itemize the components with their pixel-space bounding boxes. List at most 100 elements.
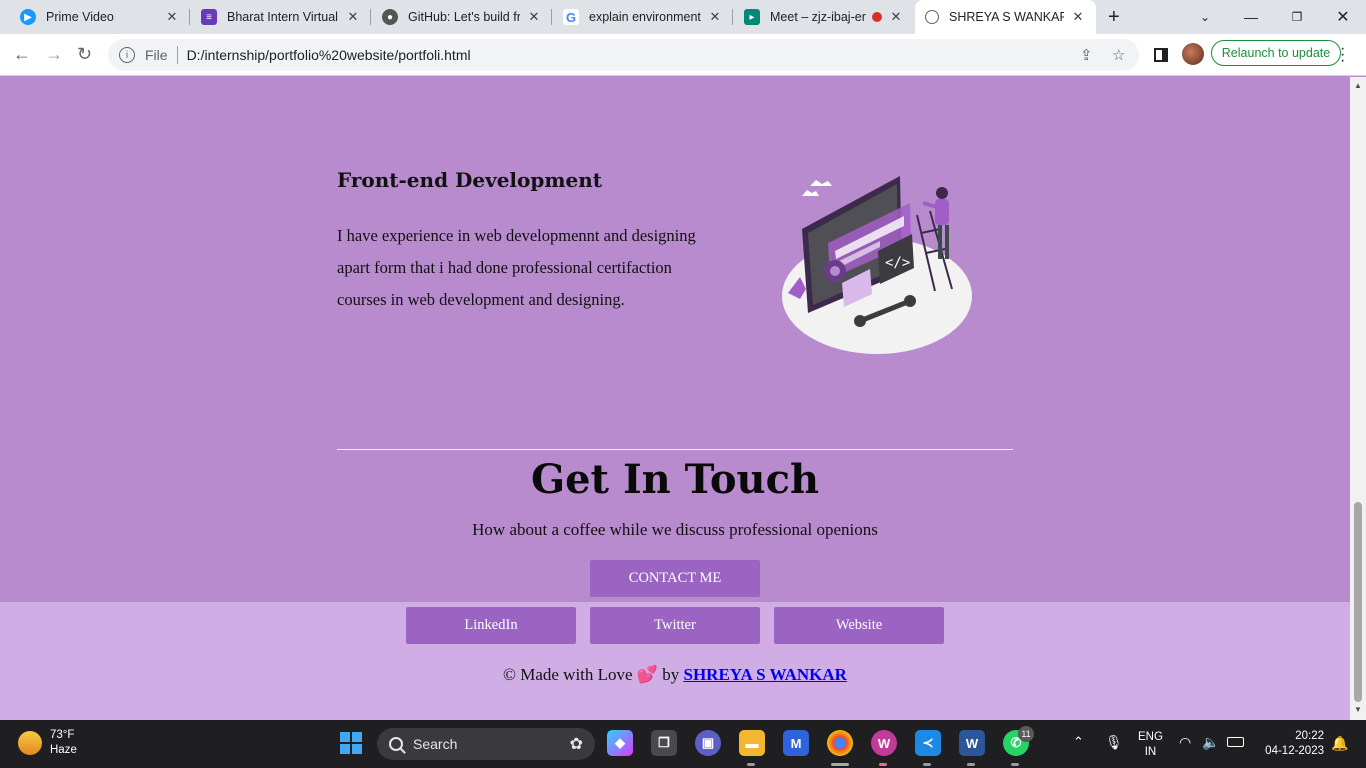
start-button[interactable] bbox=[338, 730, 364, 756]
share-icon[interactable]: ⇪ bbox=[1080, 46, 1093, 64]
tab-portfolio[interactable]: SHREYA S WANKAR ✕ bbox=[915, 0, 1096, 34]
address-bar[interactable]: i File D:/internship/portfolio%20website… bbox=[108, 39, 1139, 71]
wifi-icon[interactable]: ◠ bbox=[1179, 734, 1191, 751]
section-title: Front-end Development bbox=[337, 168, 603, 192]
clock-date: 04-12-2023 bbox=[1265, 745, 1324, 757]
browser-toolbar: ← → ↻ i File D:/internship/portfolio%20w… bbox=[0, 34, 1366, 76]
close-tab-icon[interactable]: ✕ bbox=[526, 9, 542, 25]
info-icon[interactable]: i bbox=[119, 47, 135, 63]
running-indicator bbox=[747, 763, 755, 766]
tab-strip: ▶ Prime Video ✕ ≡ Bharat Intern Virtual … bbox=[0, 0, 1366, 34]
linkedin-button[interactable]: LinkedIn bbox=[406, 607, 576, 644]
reload-icon[interactable]: ↻ bbox=[77, 44, 92, 65]
svg-text:</>: </> bbox=[885, 255, 910, 271]
forward-icon[interactable]: → bbox=[45, 44, 63, 65]
section-divider bbox=[337, 449, 1013, 450]
scroll-up-icon[interactable]: ▲ bbox=[1354, 81, 1362, 90]
website-button[interactable]: Website bbox=[774, 607, 944, 644]
credit-prefix: © Made with Love bbox=[503, 665, 633, 684]
back-icon[interactable]: ← bbox=[13, 44, 31, 65]
tab-title: SHREYA S WANKAR bbox=[949, 10, 1064, 24]
contact-heading: Get In Touch bbox=[530, 456, 820, 503]
meet-icon: ▸ bbox=[744, 9, 760, 25]
tab-title: Meet – zjz-ibaj-er bbox=[770, 10, 866, 24]
minimize-icon[interactable]: — bbox=[1228, 0, 1274, 34]
url-text[interactable]: D:/internship/portfolio%20website/portfo… bbox=[187, 47, 471, 63]
page-viewport: Front-end Development I have experience … bbox=[0, 77, 1350, 720]
copilot-icon[interactable]: ◆ bbox=[607, 730, 633, 756]
tab-meet[interactable]: ▸ Meet – zjz-ibaj-er ✕ bbox=[734, 0, 914, 34]
region-label: IN bbox=[1144, 746, 1157, 758]
search-icon bbox=[389, 737, 403, 751]
language-indicator[interactable]: ENG IN bbox=[1138, 730, 1163, 760]
search-placeholder: Search bbox=[413, 736, 458, 752]
whatsapp-badge: 11 bbox=[1018, 726, 1034, 742]
profile-avatar[interactable] bbox=[1182, 43, 1204, 65]
lang-label: ENG bbox=[1138, 731, 1163, 743]
close-tab-icon[interactable]: ✕ bbox=[888, 9, 904, 25]
chrome-icon[interactable] bbox=[827, 730, 853, 756]
recording-icon bbox=[872, 12, 882, 22]
relaunch-button[interactable]: Relaunch to update bbox=[1211, 40, 1341, 66]
scroll-down-icon[interactable]: ▼ bbox=[1354, 705, 1362, 714]
show-hidden-icons-icon[interactable]: ⌃ bbox=[1073, 734, 1084, 750]
section-description: I have experience in web developmennt an… bbox=[337, 226, 696, 309]
running-indicator bbox=[879, 763, 887, 766]
tab-search-icon[interactable]: ⌄ bbox=[1182, 0, 1228, 34]
task-view-icon[interactable]: ❐ bbox=[651, 730, 677, 756]
tab-title: Bharat Intern Virtual I bbox=[227, 10, 339, 24]
chat-icon[interactable]: ▣ bbox=[695, 730, 721, 756]
prime-video-icon: ▶ bbox=[20, 9, 36, 25]
running-indicator bbox=[1011, 763, 1019, 766]
contact-subtitle: How about a coffee while we discuss prof… bbox=[472, 520, 878, 539]
author-link[interactable]: SHREYA S WANKAR bbox=[684, 665, 847, 684]
new-tab-button[interactable]: + bbox=[1108, 6, 1120, 29]
scheme-label: File bbox=[145, 47, 168, 63]
restore-icon[interactable]: ❐ bbox=[1274, 0, 1320, 34]
clock[interactable]: 20:22 04-12-2023 bbox=[1258, 729, 1324, 759]
google-icon: G bbox=[563, 9, 579, 25]
chrome-active-indicator bbox=[831, 763, 849, 766]
notification-bell-icon[interactable]: 🔔 bbox=[1331, 735, 1348, 752]
weather-temp: 73°F bbox=[50, 729, 75, 741]
file-explorer-icon[interactable]: ▬ bbox=[739, 730, 765, 756]
credit-by: by bbox=[662, 665, 680, 684]
close-window-icon[interactable]: ✕ bbox=[1320, 0, 1366, 34]
microphone-icon[interactable]: 🎙 bbox=[1105, 734, 1123, 751]
windows-taskbar: 73°F Haze Search ✿ ◆ ❐ ▣ ▬ M W ≺ W ✆ ⌃ 🎙… bbox=[0, 720, 1366, 768]
volume-icon[interactable]: 🔈 bbox=[1202, 734, 1219, 751]
web-development-illustration: </> bbox=[782, 176, 972, 354]
app-icon[interactable]: M bbox=[783, 730, 809, 756]
contact-me-button[interactable]: CONTACT ME bbox=[590, 560, 760, 597]
battery-icon[interactable] bbox=[1227, 737, 1244, 747]
side-panel-icon[interactable] bbox=[1154, 48, 1168, 62]
tab-title: GitHub: Let's build fro bbox=[408, 10, 520, 24]
taskbar-search[interactable]: Search ✿ bbox=[377, 728, 595, 760]
wps-office-icon[interactable]: W bbox=[871, 730, 897, 756]
weather-widget[interactable]: 73°F Haze bbox=[18, 728, 77, 758]
close-tab-icon[interactable]: ✕ bbox=[707, 9, 723, 25]
twitter-button[interactable]: Twitter bbox=[590, 607, 760, 644]
tab-bharat-intern[interactable]: ≡ Bharat Intern Virtual I ✕ bbox=[191, 0, 371, 34]
globe-icon bbox=[925, 10, 939, 24]
tab-title: Prime Video bbox=[46, 10, 114, 24]
word-icon[interactable]: W bbox=[959, 730, 985, 756]
vscode-icon[interactable]: ≺ bbox=[915, 730, 941, 756]
running-indicator bbox=[967, 763, 975, 766]
tab-title: explain environmenta bbox=[589, 10, 701, 24]
page-scrollbar[interactable]: ▲ ▼ bbox=[1350, 77, 1366, 720]
divider bbox=[176, 46, 178, 64]
forms-icon: ≡ bbox=[201, 9, 217, 25]
close-tab-icon[interactable]: ✕ bbox=[1070, 9, 1086, 25]
heart-icon: 💕 bbox=[636, 665, 658, 684]
scrollbar-thumb[interactable] bbox=[1354, 502, 1362, 702]
close-tab-icon[interactable]: ✕ bbox=[164, 9, 180, 25]
tab-github[interactable]: ● GitHub: Let's build fro ✕ bbox=[372, 0, 552, 34]
footer-credit: © Made with Love 💕 by SHREYA S WANKAR bbox=[0, 665, 1350, 685]
tab-google-search[interactable]: G explain environmenta ✕ bbox=[553, 0, 733, 34]
tab-prime-video[interactable]: ▶ Prime Video ✕ bbox=[10, 0, 190, 34]
github-icon: ● bbox=[382, 9, 398, 25]
close-tab-icon[interactable]: ✕ bbox=[345, 9, 361, 25]
bookmark-star-icon[interactable]: ☆ bbox=[1112, 46, 1125, 64]
more-menu-icon[interactable]: · · · bbox=[1340, 41, 1345, 69]
